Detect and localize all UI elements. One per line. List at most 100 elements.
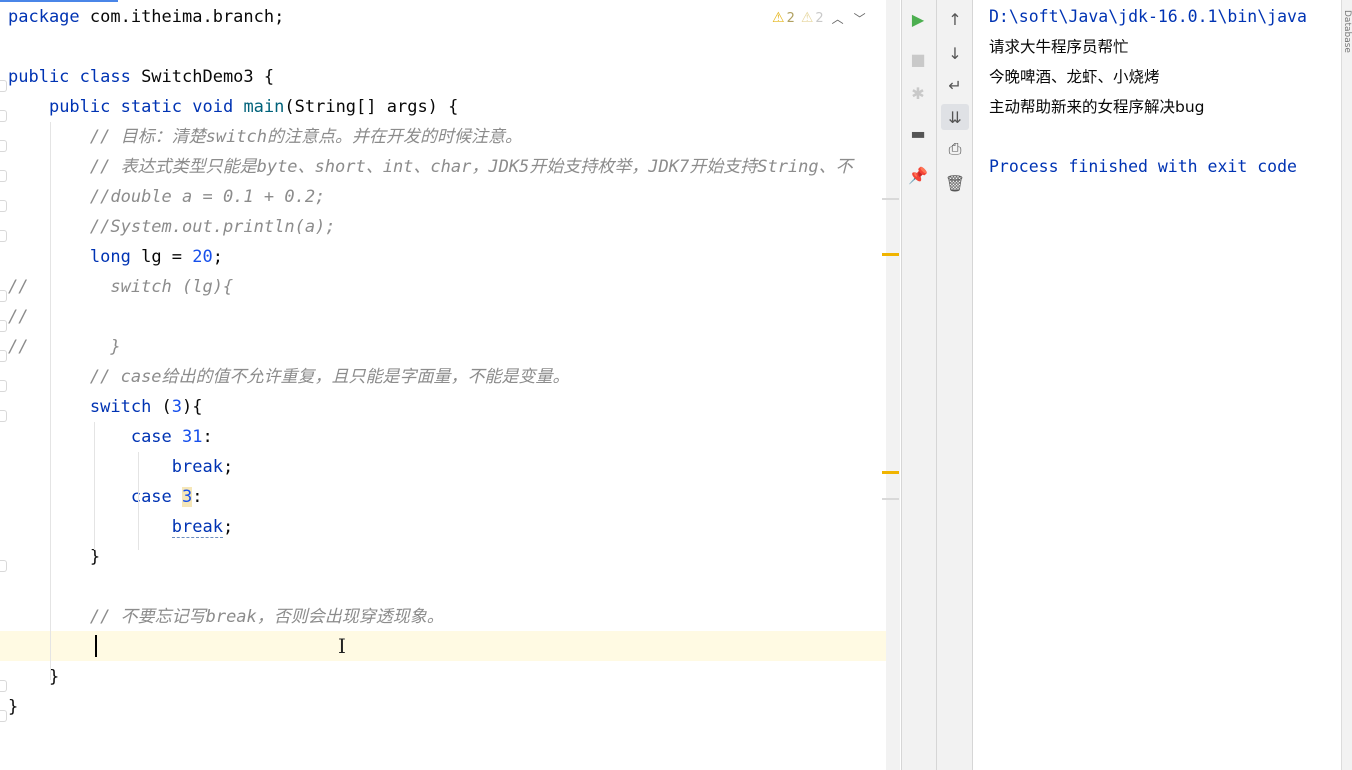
- fold-marker-icon[interactable]: [0, 170, 7, 182]
- layout-icon[interactable]: ▬: [904, 120, 932, 146]
- fold-marker-icon[interactable]: [0, 320, 7, 332]
- stop-icon[interactable]: ■: [904, 46, 932, 72]
- code-line[interactable]: case 3:: [8, 482, 203, 512]
- database-tool-window-button[interactable]: Database: [1341, 10, 1352, 53]
- fold-marker-icon[interactable]: [0, 80, 7, 92]
- code-line[interactable]: public static void main(String[] args) {: [8, 92, 458, 122]
- warnings-counter[interactable]: ⚠ 2: [772, 10, 795, 26]
- fold-marker-icon[interactable]: [0, 290, 7, 302]
- weak-warning-icon: ⚠: [800, 10, 814, 26]
- console-output-line: 主动帮助新来的女程序解决bug: [989, 98, 1205, 116]
- next-highlight-icon[interactable]: ﹀: [852, 10, 868, 27]
- console-command-line: D:\soft\Java\jdk-16.0.1\bin\java: [989, 7, 1307, 26]
- process-exit-message: Process finished with exit code: [989, 157, 1297, 176]
- code-token: public class: [8, 67, 131, 87]
- code-line[interactable]: // }: [8, 332, 121, 362]
- run-console[interactable]: D:\soft\Java\jdk-16.0.1\bin\java 请求大牛程序员…: [973, 0, 1341, 770]
- code-token: main: [243, 97, 285, 117]
- run-toolbar: [901, 0, 937, 770]
- inspection-widget[interactable]: ⚠ 2 ⚠ 2 ︿ ﹀: [772, 6, 868, 30]
- code-line[interactable]: // 目标：清楚switch的注意点。并在开发的时候注意。: [8, 122, 522, 152]
- code-token: break: [171, 457, 223, 477]
- code-editor[interactable]: package com.itheima.branch; public class …: [0, 0, 900, 770]
- code-token: // }: [8, 337, 121, 357]
- warning-icon: ⚠: [772, 10, 785, 26]
- previous-highlight-icon[interactable]: ︿: [830, 10, 846, 27]
- fold-marker-icon[interactable]: [0, 140, 7, 152]
- code-line[interactable]: case 31:: [8, 422, 213, 452]
- code-token: lg =: [130, 247, 193, 267]
- code-token: }: [8, 547, 101, 567]
- code-token: }: [8, 697, 19, 717]
- fold-marker-icon[interactable]: [0, 410, 7, 422]
- code-token: //double a = 0.1 + 0.2;: [89, 187, 326, 207]
- code-line[interactable]: }: [8, 542, 100, 572]
- code-line[interactable]: break;: [8, 512, 233, 542]
- code-line[interactable]: //: [8, 302, 28, 332]
- clear-all-icon[interactable]: 🗑: [941, 170, 969, 196]
- code-line[interactable]: }: [8, 662, 59, 692]
- stripe-mark[interactable]: [882, 198, 899, 200]
- code-token: ;: [222, 517, 234, 537]
- code-token: // case给出的值不允许重复，且只能是字面量，不能是变量。: [89, 367, 570, 387]
- code-line[interactable]: }: [8, 692, 18, 722]
- code-token: }: [8, 667, 60, 687]
- warning-stripe-mark[interactable]: [882, 471, 899, 474]
- code-token: (: [151, 397, 172, 417]
- code-token: public static void: [48, 97, 234, 117]
- soft-wrap-icon[interactable]: ↵: [941, 72, 969, 98]
- right-tool-strip: [1341, 0, 1352, 770]
- code-line[interactable]: switch (3){: [8, 392, 203, 422]
- ibeam-cursor-icon: I: [338, 634, 346, 658]
- code-token: package: [8, 7, 80, 27]
- scroll-up-icon[interactable]: ↑: [941, 6, 969, 32]
- error-stripe-scrollbar[interactable]: [886, 0, 900, 770]
- code-line[interactable]: // switch (lg){: [8, 272, 233, 302]
- fold-marker-icon[interactable]: [0, 680, 7, 692]
- indent-guide: [94, 422, 95, 550]
- code-line[interactable]: long lg = 20;: [8, 242, 223, 272]
- code-line[interactable]: // 不要忘记写break，否则会出现穿透现象。: [8, 602, 444, 632]
- code-token: ){: [182, 397, 203, 417]
- fold-marker-icon[interactable]: [0, 110, 7, 122]
- fold-marker-icon[interactable]: [0, 350, 7, 362]
- weak-warnings-count: 2: [815, 10, 824, 26]
- warning-stripe-mark[interactable]: [882, 253, 899, 256]
- weak-warnings-counter[interactable]: ⚠ 2: [801, 10, 824, 26]
- code-line[interactable]: //System.out.println(a);: [8, 212, 336, 242]
- fold-marker-icon[interactable]: [0, 710, 7, 722]
- scroll-down-icon[interactable]: ↓: [941, 40, 969, 66]
- code-line[interactable]: public class SwitchDemo3 {: [8, 62, 274, 92]
- print-icon[interactable]: ⎙: [941, 136, 969, 162]
- code-token: 20: [192, 247, 213, 267]
- code-line[interactable]: package com.itheima.branch;: [8, 2, 284, 32]
- stripe-mark[interactable]: [882, 498, 899, 500]
- code-token: ;: [222, 457, 234, 477]
- warnings-count: 2: [786, 10, 795, 26]
- code-line[interactable]: //double a = 0.1 + 0.2;: [8, 182, 325, 212]
- code-line[interactable]: break;: [8, 452, 233, 482]
- fold-marker-icon[interactable]: [0, 200, 7, 212]
- code-line[interactable]: // case给出的值不允许重复，且只能是字面量，不能是变量。: [8, 362, 570, 392]
- code-token: // 目标：清楚switch的注意点。并在开发的时候注意。: [89, 127, 523, 147]
- fold-marker-icon[interactable]: [0, 230, 7, 242]
- debug-icon[interactable]: ✱: [904, 80, 932, 106]
- code-token: long: [89, 247, 131, 267]
- code-token: // 不要忘记写break，否则会出现穿透现象。: [89, 607, 444, 627]
- rerun-icon[interactable]: ▶: [904, 6, 932, 32]
- code-token: //System.out.println(a);: [89, 217, 336, 237]
- fold-marker-icon[interactable]: [0, 560, 7, 572]
- fold-marker-icon[interactable]: [0, 380, 7, 392]
- pin-icon[interactable]: 📌: [904, 162, 932, 188]
- code-line[interactable]: // 表达式类型只能是byte、short、int、char，JDK5开始支持枚…: [8, 152, 853, 182]
- code-token: // 表达式类型只能是byte、short、int、char，JDK5开始支持枚…: [89, 157, 853, 177]
- code-token: (String[] args) {: [284, 97, 459, 117]
- console-output-line: 请求大牛程序员帮忙: [989, 38, 1129, 56]
- scroll-to-end-icon[interactable]: ⇊: [941, 104, 969, 130]
- code-token: com.itheima.branch;: [79, 7, 285, 27]
